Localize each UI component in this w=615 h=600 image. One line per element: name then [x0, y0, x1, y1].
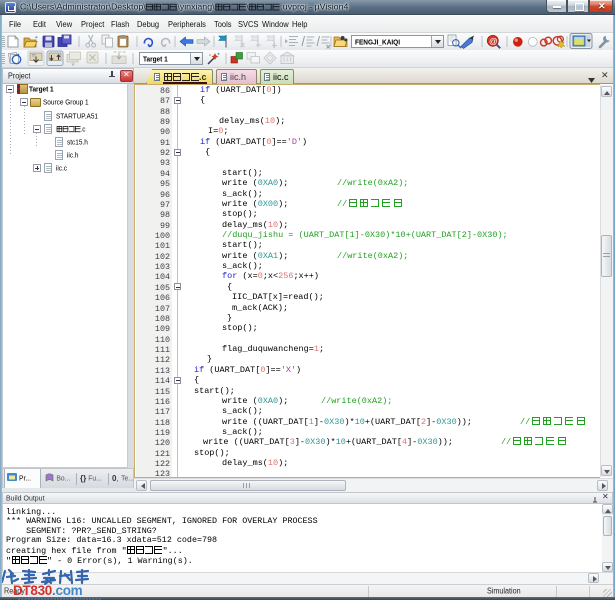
svg-text:@: @ — [489, 36, 498, 46]
